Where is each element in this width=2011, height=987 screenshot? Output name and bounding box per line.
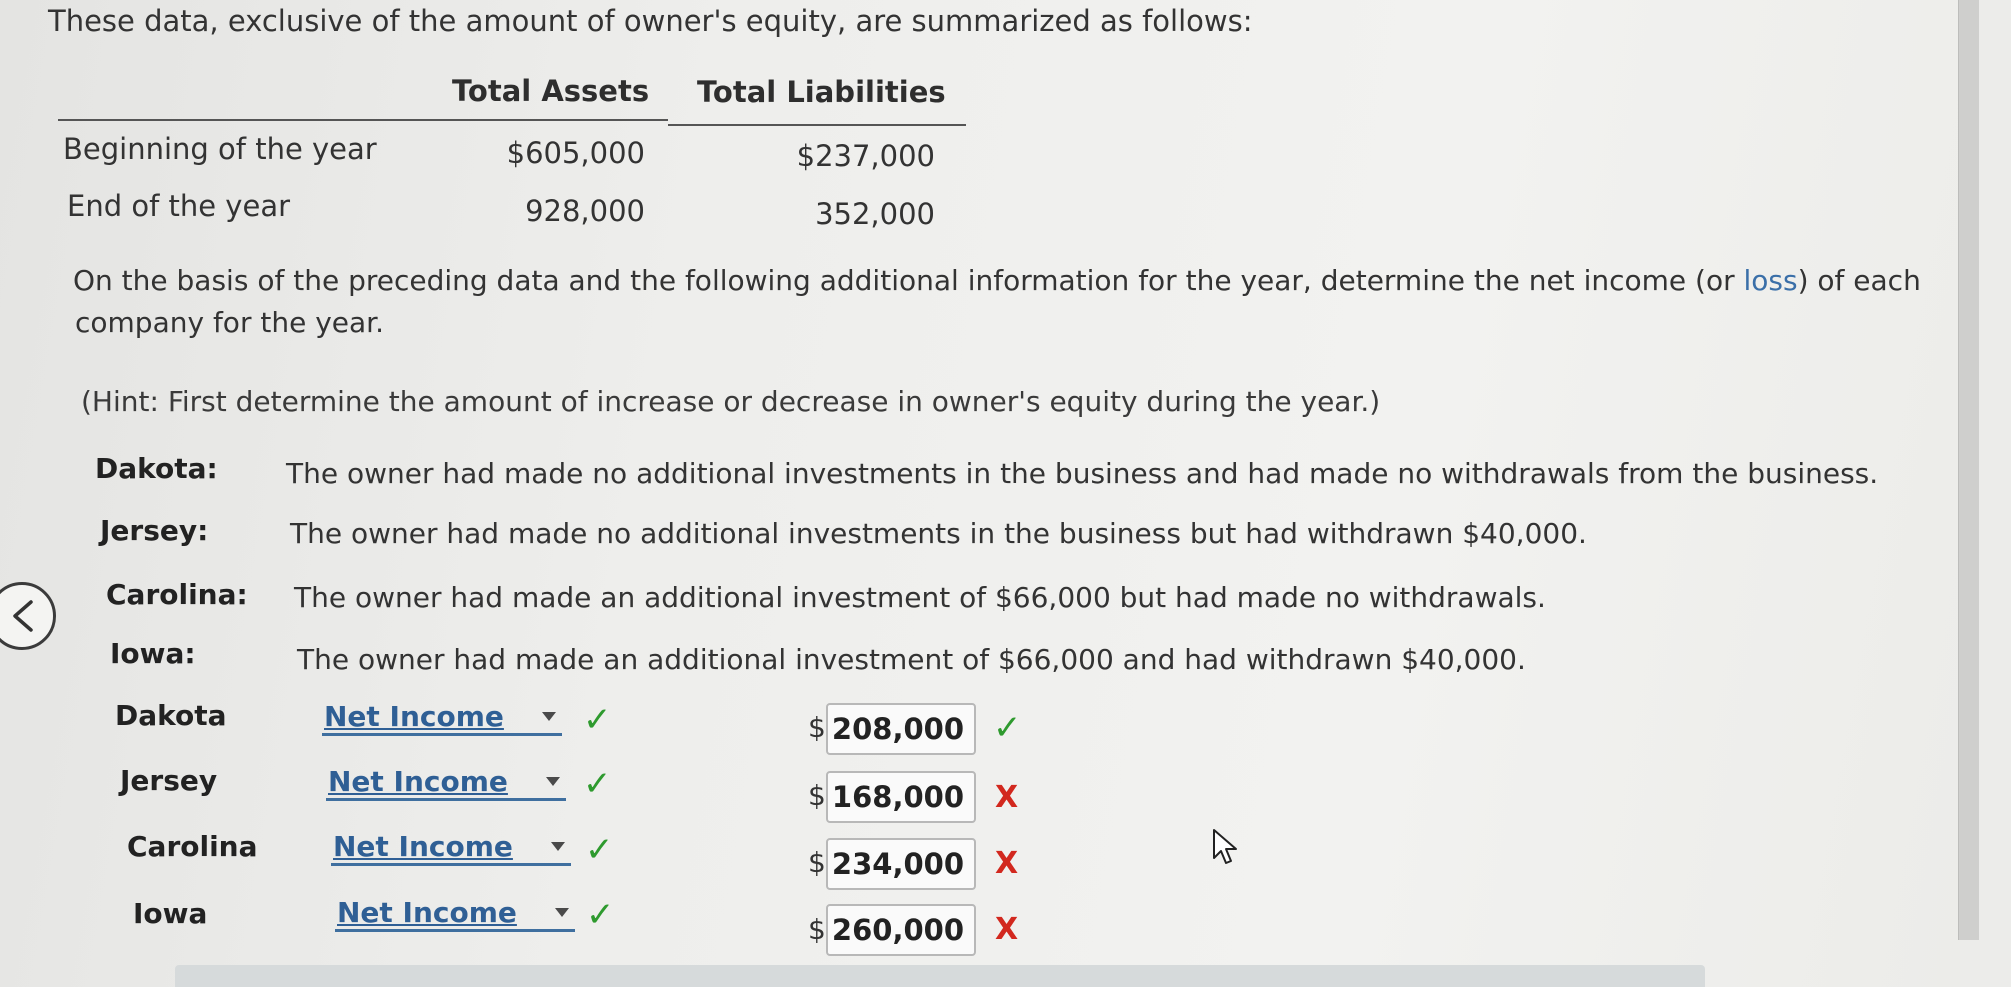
currency-symbol: $ — [808, 846, 826, 879]
chevron-left-icon — [13, 600, 33, 632]
answer-label-dakota: Dakota — [115, 699, 227, 732]
instructions-part1: On the basis of the preceding data and t… — [73, 264, 1744, 297]
chevron-down-icon — [551, 842, 565, 851]
hint-text: (Hint: First determine the amount of inc… — [81, 385, 1381, 418]
currency-symbol: $ — [808, 913, 826, 946]
select-value: Net Income — [324, 700, 504, 733]
instructions-line-2: company for the year. — [75, 306, 384, 339]
bottom-panel — [175, 965, 1705, 987]
cross-icon: X — [995, 912, 1019, 947]
header-total-liabilities: Total Liabilities — [697, 75, 946, 109]
income-type-select-carolina[interactable]: Net Income — [331, 830, 571, 866]
check-icon: ✓ — [583, 764, 612, 804]
amount-input-dakota[interactable]: 208,000 — [826, 703, 976, 755]
company-label-carolina: Carolina: — [106, 578, 248, 611]
instructions-part2: ) of each — [1797, 264, 1921, 297]
amount-input-iowa[interactable]: 260,000 — [826, 904, 976, 956]
company-desc-iowa: The owner had made an additional investm… — [297, 643, 1526, 676]
company-label-jersey: Jersey: — [100, 514, 209, 547]
amount-input-carolina[interactable]: 234,000 — [826, 838, 976, 890]
income-type-select-jersey[interactable]: Net Income — [326, 765, 566, 801]
currency-symbol: $ — [808, 711, 826, 744]
chevron-down-icon — [555, 908, 569, 917]
select-value: Net Income — [337, 896, 517, 929]
answer-label-jersey: Jersey — [120, 764, 218, 797]
intro-text: These data, exclusive of the amount of o… — [48, 4, 1253, 38]
cross-icon: X — [995, 780, 1019, 815]
check-icon: ✓ — [586, 895, 615, 935]
company-label-iowa: Iowa: — [110, 637, 196, 670]
row-label-beginning: Beginning of the year — [63, 132, 377, 166]
cell-end-assets: 928,000 — [525, 194, 645, 228]
select-value: Net Income — [333, 830, 513, 863]
check-icon: ✓ — [583, 700, 612, 740]
company-label-dakota: Dakota: — [95, 452, 218, 485]
currency-symbol: $ — [808, 779, 826, 812]
select-value: Net Income — [328, 765, 508, 798]
check-icon: ✓ — [585, 830, 614, 870]
income-type-select-iowa[interactable]: Net Income — [335, 896, 575, 932]
check-icon: ✓ — [993, 708, 1022, 748]
chevron-down-icon — [542, 712, 556, 721]
vertical-scrollbar[interactable] — [1958, 0, 1979, 940]
table-header-rule-left — [58, 119, 668, 121]
row-label-end: End of the year — [67, 189, 291, 223]
answer-label-carolina: Carolina — [127, 830, 258, 863]
instructions-loss-word: loss — [1743, 264, 1798, 297]
table-header-rule-right — [668, 124, 966, 126]
mouse-pointer-icon — [1213, 829, 1237, 864]
answer-label-iowa: Iowa — [133, 897, 208, 930]
company-desc-dakota: The owner had made no additional investm… — [286, 457, 1879, 490]
cell-beginning-assets: $605,000 — [506, 136, 645, 170]
cell-end-liabilities: 352,000 — [815, 197, 935, 231]
company-desc-carolina: The owner had made an additional investm… — [294, 581, 1546, 614]
chevron-down-icon — [546, 777, 560, 786]
amount-input-jersey[interactable]: 168,000 — [826, 771, 976, 823]
header-total-assets: Total Assets — [452, 74, 650, 108]
company-desc-jersey: The owner had made no additional investm… — [290, 517, 1587, 550]
instructions-line-1: On the basis of the preceding data and t… — [73, 264, 1921, 297]
cross-icon: X — [995, 846, 1019, 881]
cell-beginning-liabilities: $237,000 — [796, 139, 935, 173]
income-type-select-dakota[interactable]: Net Income — [322, 700, 562, 736]
